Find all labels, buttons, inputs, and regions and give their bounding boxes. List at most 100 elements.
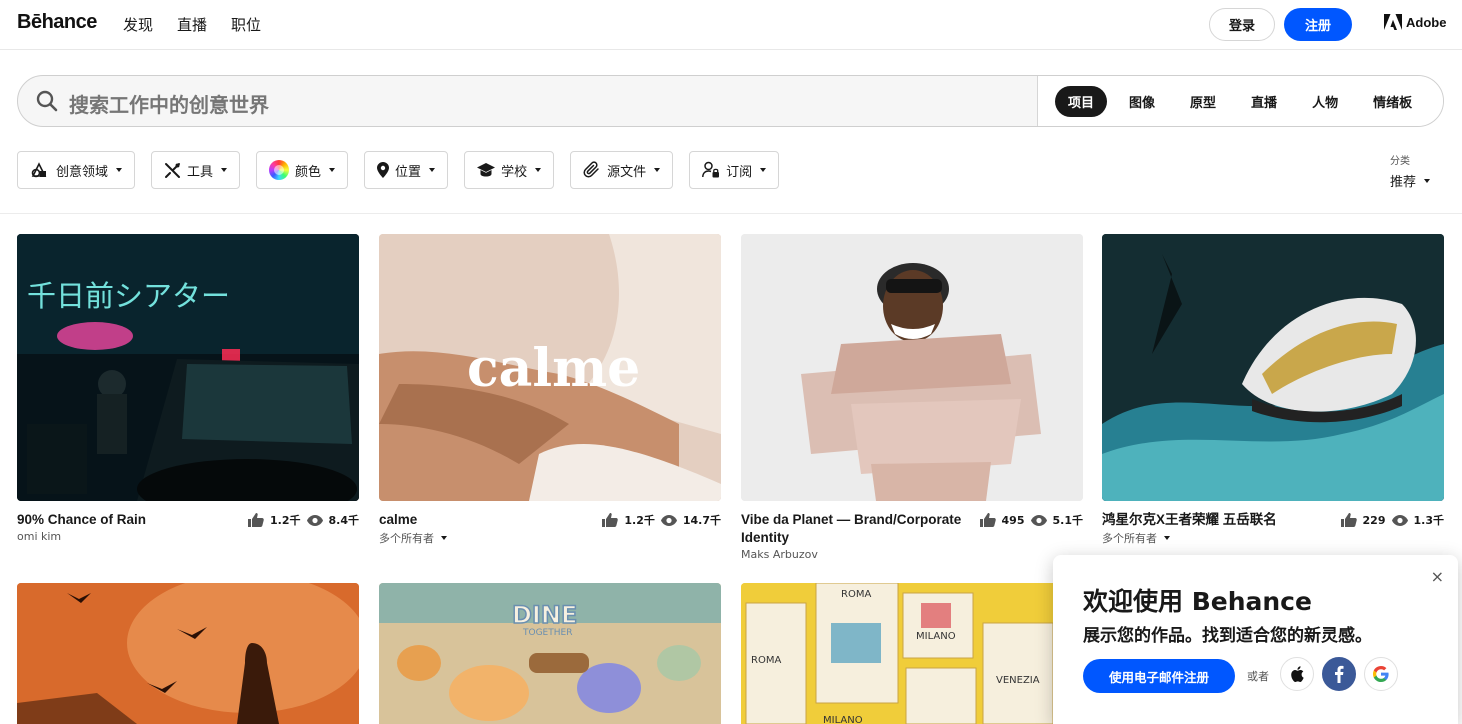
tab-moodboards[interactable]: 情绪板 <box>1360 86 1425 117</box>
chevron-down-icon <box>441 536 447 540</box>
adobe-logo-icon <box>1384 14 1402 30</box>
filter-subscription[interactable]: 订阅 <box>689 151 780 189</box>
project-owner[interactable]: omi kim <box>17 530 359 543</box>
like-count: 229 <box>1362 513 1386 527</box>
project-meta: calme 多个所有者 1.2千 14.7千 <box>379 511 721 546</box>
search-type-tabs: 项目 图像 原型 直播 人物 情绪板 <box>1037 76 1443 126</box>
chevron-down-icon <box>429 168 436 172</box>
location-pin-icon <box>377 162 390 178</box>
project-card[interactable]: DINE TOGETHER <box>379 583 721 724</box>
thumbs-up-icon <box>248 513 264 527</box>
login-button[interactable]: 登录 <box>1209 8 1275 41</box>
like-count: 495 <box>1001 513 1025 527</box>
owner-name: omi kim <box>17 530 62 543</box>
project-card[interactable]: 千日前シアター 90% Chance of Rain omi kim 1.2千 … <box>17 234 359 543</box>
eye-icon <box>660 514 677 526</box>
tools-icon <box>165 162 181 178</box>
divider <box>0 213 1462 214</box>
tab-prototypes[interactable]: 原型 <box>1177 86 1229 117</box>
owner-name: 多个所有者 <box>379 532 434 545</box>
filter-creative-fields[interactable]: 创意领域 <box>17 151 136 189</box>
graduation-cap-icon <box>477 163 496 177</box>
like-count: 1.2千 <box>624 514 655 527</box>
view-count: 5.1千 <box>1052 514 1084 527</box>
project-thumbnail[interactable] <box>17 583 359 724</box>
project-thumbnail[interactable]: 千日前シアター <box>17 234 359 501</box>
eye-icon <box>1391 514 1408 526</box>
tab-images[interactable]: 图像 <box>1116 86 1168 117</box>
vibe-da-planet-image <box>741 234 1083 501</box>
project-title[interactable]: Vibe da Planet — Brand/Corporate Identit… <box>741 511 966 547</box>
project-thumbnail[interactable] <box>1102 234 1444 501</box>
project-owner[interactable]: Maks Arbuzov <box>741 548 1083 561</box>
search-icon <box>36 90 58 112</box>
project-meta: 90% Chance of Rain omi kim 1.2千 8.4千 <box>17 511 359 543</box>
search-input[interactable]: 搜索工作中的创意世界 <box>69 89 269 118</box>
search-field[interactable]: 搜索工作中的创意世界 <box>18 76 1038 126</box>
dine-subtitle: TOGETHER <box>522 628 572 638</box>
project-card[interactable]: Vibe da Planet — Brand/Corporate Identit… <box>741 234 1083 561</box>
google-icon <box>1373 666 1389 682</box>
filter-label: 订阅 <box>726 164 753 180</box>
popup-title: 欢迎使用 Behance <box>1083 587 1312 616</box>
italy-posters-image: ROMA ROMA MILANO VENEZIA MILANO <box>741 583 1083 724</box>
main-nav-links: 发现 直播 职位 <box>123 14 261 35</box>
project-title[interactable]: calme <box>379 511 604 529</box>
project-thumbnail[interactable]: ROMA ROMA MILANO VENEZIA MILANO <box>741 583 1083 724</box>
close-icon[interactable]: × <box>1431 567 1444 586</box>
project-card[interactable]: calme calme 多个所有者 1.2千 14.7千 <box>379 234 721 546</box>
owner-name: Maks Arbuzov <box>741 548 818 561</box>
search-bar: 搜索工作中的创意世界 项目 图像 原型 直播 人物 情绪板 <box>17 75 1444 127</box>
view-count: 8.4千 <box>328 514 360 527</box>
filter-school[interactable]: 学校 <box>464 151 555 189</box>
facebook-signin-button[interactable] <box>1322 657 1356 691</box>
nav-link-discover[interactable]: 发现 <box>123 14 153 35</box>
calme-brand-image: calme <box>379 234 721 501</box>
project-thumbnail[interactable]: DINE TOGETHER <box>379 583 721 724</box>
nav-link-jobs[interactable]: 职位 <box>231 14 261 35</box>
filter-bar: 创意领域 工具 颜色 位置 学校 源文件 订阅 <box>17 151 780 189</box>
neon-sign: 千日前シアター <box>27 279 230 313</box>
filter-label: 位置 <box>395 164 422 180</box>
tab-projects[interactable]: 项目 <box>1055 85 1108 117</box>
google-signin-button[interactable] <box>1364 657 1398 691</box>
project-owner[interactable]: 多个所有者 <box>1102 530 1444 546</box>
project-thumbnail[interactable]: calme <box>379 234 721 501</box>
project-owner[interactable]: 多个所有者 <box>379 530 721 546</box>
project-stats: 1.2千 8.4千 <box>248 512 359 528</box>
welcome-popup: × 欢迎使用 Behance 展示您的作品。找到适合您的新灵感。 使用电子邮件注… <box>1053 555 1458 724</box>
project-card[interactable] <box>17 583 359 724</box>
project-thumbnail[interactable] <box>741 234 1083 501</box>
behance-logo[interactable]: Bēhance <box>17 11 97 34</box>
thumbs-up-icon <box>979 513 996 527</box>
view-count: 1.3千 <box>1413 514 1445 527</box>
signup-button[interactable]: 注册 <box>1284 8 1352 41</box>
filter-source-files[interactable]: 源文件 <box>570 151 674 189</box>
chevron-down-icon <box>329 168 336 172</box>
sort-dropdown[interactable]: 分类 推荐 <box>1390 152 1431 190</box>
project-title[interactable]: 90% Chance of Rain <box>17 511 242 529</box>
adobe-link[interactable]: Adobe <box>1384 14 1446 30</box>
sort-label: 分类 <box>1390 156 1410 167</box>
filter-location[interactable]: 位置 <box>364 151 449 189</box>
poster-label-roma: ROMA <box>751 655 781 666</box>
filter-color[interactable]: 颜色 <box>256 151 349 189</box>
email-signup-button[interactable]: 使用电子邮件注册 <box>1083 659 1235 693</box>
poster-label-milano: MILANO <box>916 631 956 642</box>
nav-link-livestream[interactable]: 直播 <box>177 14 207 35</box>
poster-label-roma: ROMA <box>841 589 871 600</box>
tab-people[interactable]: 人物 <box>1299 86 1351 117</box>
creative-fields-icon <box>31 162 47 178</box>
chevron-down-icon <box>1164 536 1170 540</box>
paperclip-icon <box>583 161 599 178</box>
apple-signin-button[interactable] <box>1280 657 1314 691</box>
project-title[interactable]: 鸿星尔克X王者荣耀 五岳联名 <box>1102 511 1327 529</box>
project-card[interactable]: 鸿星尔克X王者荣耀 五岳联名 多个所有者 229 1.3千 <box>1102 234 1444 546</box>
tab-livestreams[interactable]: 直播 <box>1238 86 1290 117</box>
orange-fog-image <box>17 583 359 724</box>
chevron-down-icon <box>116 168 123 172</box>
project-card[interactable]: ROMA ROMA MILANO VENEZIA MILANO <box>741 583 1083 724</box>
sort-value-text: 推荐 <box>1390 175 1417 190</box>
thumbs-up-icon <box>602 513 619 527</box>
filter-tools[interactable]: 工具 <box>151 151 241 189</box>
